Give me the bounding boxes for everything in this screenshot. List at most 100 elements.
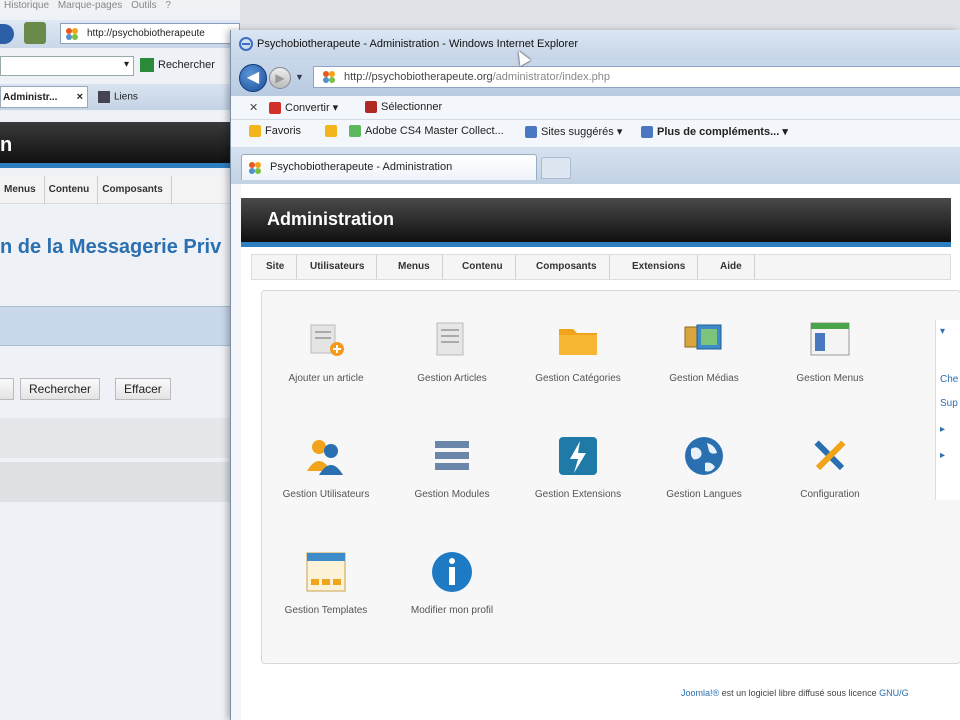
bg-addon-icon[interactable] <box>24 22 46 44</box>
bg-blue-band <box>0 306 240 346</box>
add-favorite-icon[interactable] <box>325 125 341 138</box>
bg-menubar: Historique Marque-pages Outils ? <box>0 0 240 14</box>
history-dropdown-icon[interactable]: ▼ <box>295 72 304 82</box>
new-tab-button[interactable] <box>541 157 571 179</box>
bg-tab-liens[interactable]: Liens <box>94 86 234 108</box>
sites-suggeres-button[interactable]: Sites suggérés ▾ <box>525 125 622 139</box>
ie-tab-admin[interactable]: Psychobiotherapeute - Administration <box>241 154 537 180</box>
tools-icon <box>814 440 846 471</box>
joomla-link[interactable]: Joomla!® <box>681 688 719 698</box>
bg-search-icon <box>140 58 154 72</box>
templates-icon <box>306 552 346 592</box>
bg-table-header <box>0 418 240 458</box>
menu-contenu[interactable]: Contenu <box>448 255 516 279</box>
bg-filter-buttons: Rechercher Effacer <box>0 378 240 402</box>
bg-menu-marque-pages[interactable]: Marque-pages <box>58 0 122 11</box>
page-icon <box>525 126 537 139</box>
bg-search-input[interactable] <box>0 56 134 76</box>
bg-address-bar: http://psychobiotherapeute <box>0 20 240 48</box>
menu-utilisateurs[interactable]: Utilisateurs <box>296 255 378 279</box>
quickicon-configuration[interactable]: Configuration <box>770 433 890 500</box>
globe-icon <box>685 437 723 475</box>
bg-nav-contenu[interactable]: Contenu <box>45 176 99 204</box>
bg-tab-bar: Administr... × Liens <box>0 84 240 110</box>
ie-toolbar-convert: ✕ Convertir ▾ Sélectionner <box>231 96 960 120</box>
quickicon-gestion-menus[interactable]: Gestion Menus <box>770 317 890 384</box>
plus-complements-button[interactable]: Plus de compléments... ▾ <box>641 125 788 139</box>
side-expand-icon[interactable]: ▸ <box>940 450 945 461</box>
side-link-2[interactable]: Sup <box>940 398 958 409</box>
bg-filter-input[interactable] <box>0 378 14 400</box>
close-icon[interactable]: × <box>77 91 83 103</box>
bg-back-icon[interactable] <box>0 24 14 44</box>
ie-address-input[interactable]: http://psychobiotherapeute.org/administr… <box>313 66 960 88</box>
quickicon-gestion-extensions[interactable]: Gestion Extensions <box>518 433 638 500</box>
bg-rechercher-button[interactable]: Rechercher <box>20 378 101 400</box>
bg-url-text: http://psychobiotherapeute <box>87 28 205 39</box>
download-icon <box>349 125 361 138</box>
tab-icon <box>98 91 110 103</box>
ie-address-row: ◀ ▶ ▼ http://psychobiotherapeute.org/adm… <box>231 60 960 96</box>
side-link-1[interactable]: Che <box>940 374 958 385</box>
menu-aide[interactable]: Aide <box>706 255 755 279</box>
background-browser-window: Historique Marque-pages Outils ? http://… <box>0 0 240 720</box>
quickicon-gestion-medias[interactable]: Gestion Médias <box>644 317 764 384</box>
back-arrow-icon[interactable]: ◀ <box>239 64 267 92</box>
pdf-icon <box>269 102 281 115</box>
ie-browser-window: Psychobiotherapeute - Administration - W… <box>230 30 960 720</box>
menu-menus[interactable]: Menus <box>384 255 443 279</box>
ie-window-title: Psychobiotherapeute - Administration - W… <box>257 38 578 50</box>
bg-effacer-button[interactable]: Effacer <box>115 378 171 400</box>
ie-title-bar: Psychobiotherapeute - Administration - W… <box>231 30 960 60</box>
quickicon-gestion-langues[interactable]: Gestion Langues <box>644 433 764 500</box>
articles-icon <box>436 322 464 356</box>
menu-extensions[interactable]: Extensions <box>618 255 699 279</box>
joomla-favicon-icon <box>323 71 335 83</box>
ie-tab-bar: Psychobiotherapeute - Administration <box>231 148 960 184</box>
select-icon <box>365 101 377 114</box>
menu-composants[interactable]: Composants <box>522 255 610 279</box>
joomla-favicon-icon <box>66 28 78 40</box>
toolbar-close-icon[interactable]: ✕ <box>249 101 258 114</box>
forward-arrow-icon[interactable]: ▶ <box>269 67 291 89</box>
quickicon-gestion-categories[interactable]: Gestion Catégories <box>518 317 638 384</box>
joomla-favicon-icon <box>249 162 261 174</box>
bg-tab-admin[interactable]: Administr... × <box>0 86 88 108</box>
adobe-favorite-link[interactable]: Adobe CS4 Master Collect... <box>349 125 504 138</box>
bg-search-row: Rechercher <box>0 50 240 80</box>
selectionner-button[interactable]: Sélectionner <box>365 101 442 114</box>
joomla-header: Administration <box>241 198 951 242</box>
quickicon-modifier-profil[interactable]: Modifier mon profil <box>392 549 512 616</box>
bg-menu-historique[interactable]: Historique <box>4 0 49 11</box>
bg-nav-composants[interactable]: Composants <box>98 176 172 204</box>
extensions-icon <box>559 437 597 475</box>
gnu-license-link[interactable]: GNU/G <box>879 688 909 698</box>
bg-menu-help[interactable]: ? <box>165 0 171 11</box>
quickicon-gestion-modules[interactable]: Gestion Modules <box>392 433 512 500</box>
side-toggle-icon[interactable]: ▾ <box>940 326 945 337</box>
bg-url-field[interactable]: http://psychobiotherapeute <box>60 23 240 44</box>
ie-window-icon <box>239 37 253 51</box>
quickicon-ajouter-article[interactable]: Ajouter un article <box>266 317 386 384</box>
quickicon-gestion-templates[interactable]: Gestion Templates <box>266 549 386 616</box>
star-icon <box>249 125 261 138</box>
bg-table-row <box>0 462 240 502</box>
ie-favorites-bar: Favoris Adobe CS4 Master Collect... Site… <box>231 120 960 148</box>
side-panel: ▾ Che Sup ▸ ▸ <box>935 320 960 500</box>
folder-icon <box>559 329 597 355</box>
joomla-accent-bar <box>241 242 951 247</box>
bg-menu-outils[interactable]: Outils <box>131 0 157 11</box>
bg-nav-menus[interactable]: Menus <box>0 176 45 204</box>
quickicon-gestion-articles[interactable]: Gestion Articles <box>392 317 512 384</box>
menus-icon <box>810 322 850 356</box>
url-host: http://psychobiotherapeute.org <box>344 71 493 83</box>
side-expand-icon[interactable]: ▸ <box>940 424 945 435</box>
menu-site[interactable]: Site <box>252 255 298 279</box>
convertir-button[interactable]: Convertir ▾ <box>269 101 338 115</box>
favoris-button[interactable]: Favoris <box>249 125 301 138</box>
bg-search-button[interactable]: Rechercher <box>140 58 215 72</box>
quickicon-gestion-utilisateurs[interactable]: Gestion Utilisateurs <box>266 433 386 500</box>
add-article-icon <box>310 324 344 356</box>
media-icon <box>684 324 722 350</box>
users-icon <box>307 440 343 475</box>
